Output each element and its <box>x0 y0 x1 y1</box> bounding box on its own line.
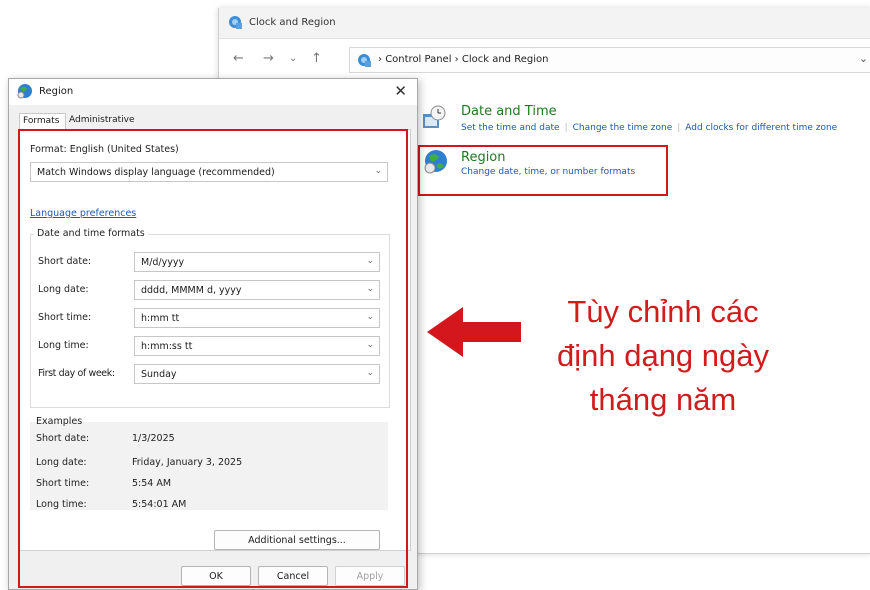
breadcrumb-control-panel[interactable]: Control Panel <box>385 54 451 65</box>
cp-window-title: Clock and Region <box>249 17 336 28</box>
cp-address-bar-row: ← → ⌄ ↑ › Control Panel › Clock and Regi… <box>219 39 870 77</box>
set-time-link[interactable]: Set the time and date <box>461 123 560 133</box>
red-arrow-left-icon <box>427 307 521 357</box>
date-and-time-links: Set the time and date | Change the time zo… <box>461 123 838 133</box>
annotation-line-1: Tùy chỉnh các <box>567 294 759 329</box>
control-panel-icon <box>358 54 371 67</box>
forward-icon[interactable]: → <box>263 51 274 66</box>
date-and-time-icon <box>423 105 446 128</box>
region-highlight-box <box>418 145 668 196</box>
recent-chevron-icon[interactable]: ⌄ <box>289 53 297 64</box>
annotation-line-2: định dạng ngày <box>556 338 770 373</box>
date-and-time-title[interactable]: Date and Time <box>461 104 557 119</box>
control-panel-icon <box>229 16 242 29</box>
breadcrumb: › Control Panel › Clock and Region <box>378 54 549 65</box>
address-dropdown-icon[interactable]: ⌄ <box>859 52 868 65</box>
formats-highlight-box <box>18 129 408 588</box>
close-icon[interactable]: ✕ <box>394 82 407 100</box>
tab-formats[interactable]: Formats <box>19 113 66 129</box>
region-dialog-title: Region <box>39 86 74 97</box>
address-bar[interactable]: › Control Panel › Clock and Region ⌄ <box>349 47 870 73</box>
change-timezone-link[interactable]: Change the time zone <box>573 123 673 133</box>
breadcrumb-clock-and-region[interactable]: Clock and Region <box>462 54 549 65</box>
add-clocks-link[interactable]: Add clocks for different time zone <box>685 123 837 133</box>
region-dialog-titlebar: Region ✕ <box>9 79 417 105</box>
back-icon[interactable]: ← <box>233 51 244 66</box>
cp-titlebar: Clock and Region <box>219 8 870 39</box>
tab-administrative[interactable]: Administrative <box>66 113 138 129</box>
up-icon[interactable]: ↑ <box>311 51 322 66</box>
annotation-text: Tùy chỉnh các định dạng ngày tháng năm <box>528 290 798 422</box>
region-globe-icon <box>17 84 32 99</box>
annotation-line-3: tháng năm <box>589 382 737 417</box>
